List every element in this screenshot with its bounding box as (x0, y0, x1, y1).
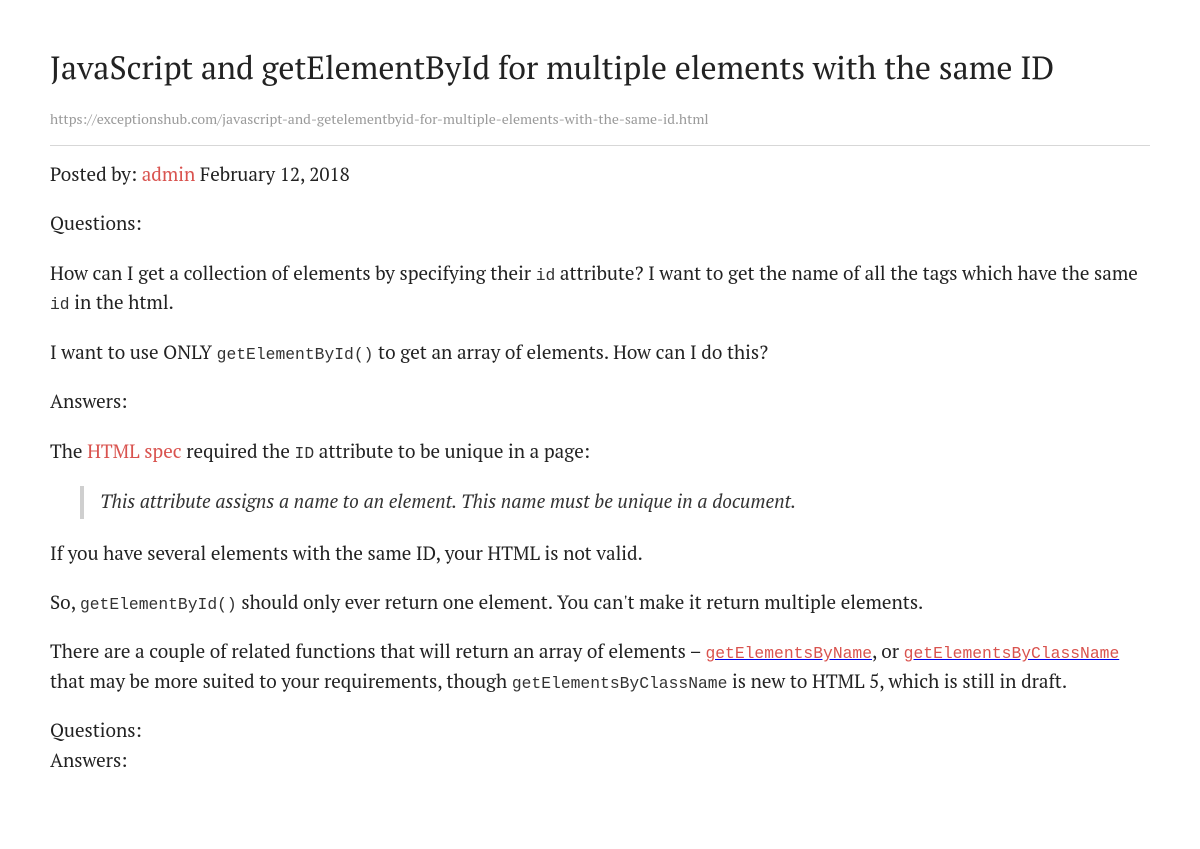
questions-heading: Questions: (50, 209, 1150, 238)
getelementsbyname-link[interactable]: getElementsByName (705, 639, 872, 664)
answers-heading: Answers: (50, 387, 1150, 416)
article-page: JavaScript and getElementById for multip… (0, 0, 1200, 835)
code-getelementsbyclassname: getElementsByClassName (512, 674, 728, 693)
posted-by-label: Posted by: (50, 162, 142, 187)
answer-para-4: There are a couple of related functions … (50, 637, 1150, 696)
answer-para-2: If you have several elements with the sa… (50, 539, 1150, 568)
html-spec-link[interactable]: HTML spec (87, 439, 182, 464)
page-title: JavaScript and getElementById for multip… (50, 48, 1150, 88)
post-meta: Posted by: admin February 12, 2018 (50, 160, 1150, 189)
author-link[interactable]: admin (142, 162, 196, 187)
spec-quote: This attribute assigns a name to an elem… (80, 486, 1150, 519)
code-getelementbyid-1: getElementById() (217, 345, 374, 364)
question-para-1: How can I get a collection of elements b… (50, 259, 1150, 318)
answer-para-3: So, getElementById() should only ever re… (50, 588, 1150, 617)
code-id-2: id (50, 295, 70, 314)
code-id-1: id (536, 266, 556, 285)
code-id-upper: ID (295, 444, 315, 463)
post-date: February 12, 2018 (195, 162, 350, 187)
getelementsbyclassname-link[interactable]: getElementsByClassName (904, 639, 1120, 664)
question-para-2: I want to use ONLY getElementById() to g… (50, 338, 1150, 367)
source-url: https://exceptionshub.com/javascript-and… (50, 110, 1150, 146)
questions-heading-2: Questions: (50, 716, 1150, 745)
code-getelementbyid-2: getElementById() (80, 595, 237, 614)
answers-heading-2: Answers: (50, 746, 1150, 775)
answer-para-1: The HTML spec required the ID attribute … (50, 437, 1150, 466)
